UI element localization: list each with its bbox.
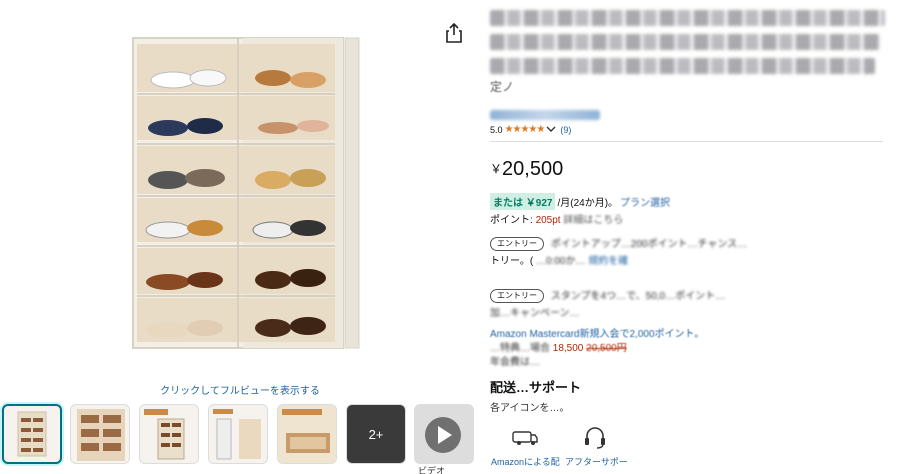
points-value: 205pt	[535, 215, 561, 226]
promo-2-line2: 加…キャンペーン…	[490, 308, 580, 319]
video-label: ビデオ	[418, 466, 446, 474]
chevron-down-icon[interactable]	[546, 125, 556, 135]
installment-badge: または ￥927	[490, 193, 556, 210]
entry-badge-1[interactable]: エントリー	[490, 237, 544, 252]
thumbnail-3[interactable]	[139, 404, 199, 464]
mastercard-offer: Amazon Mastercard新規入会で2,000ポイント。 …特典…場合 …	[490, 328, 890, 370]
promo-entry-2: エントリー スタンプを4つ…で、50,0…ポイント… 加…キャンペーン…	[490, 288, 890, 322]
mastercard-price-new: 18,500	[552, 343, 584, 354]
mastercard-line3: 年会費は…	[490, 357, 540, 368]
product-title-tail: 定ノ	[490, 80, 515, 94]
promo-1-terms-link[interactable]: 規約を確	[588, 256, 628, 267]
thumbnail-more-label: 2+	[368, 426, 384, 442]
thumbnail-1[interactable]	[2, 404, 62, 464]
rating-row[interactable]: 5.0 ★★★★★ (9)	[490, 124, 571, 135]
share-icon[interactable]	[444, 22, 464, 44]
delivery-heading: 配送…サポート	[490, 380, 582, 395]
points-label: ポイント:	[490, 215, 533, 226]
promo-1-line2-mid: …0:00か…	[536, 256, 586, 267]
fullview-link[interactable]: クリックしてフルビューを表示する	[120, 382, 360, 397]
rating-count[interactable]: (9)	[560, 125, 571, 135]
divider	[490, 141, 883, 142]
price-amount: 20,500	[502, 158, 564, 180]
thumbnail-2[interactable]	[70, 404, 130, 464]
video-thumbnail[interactable]	[414, 404, 474, 464]
product-title: 定ノ	[490, 10, 885, 95]
play-icon	[425, 417, 461, 453]
thumbnail-5[interactable]	[277, 404, 337, 464]
installment-link[interactable]: プラン選択	[620, 194, 670, 209]
thumbnail-4[interactable]	[208, 404, 268, 464]
rating-stars: ★★★★★	[504, 124, 546, 135]
support-headset-label[interactable]: アフターサポー	[565, 455, 628, 468]
rating-value: 5.0	[490, 124, 503, 135]
promo-1-line2-prefix: トリー。(	[490, 256, 534, 267]
promo-1-line1: ポイントアップ…200ポイント…チャンス…	[550, 239, 748, 250]
installment-row: または ￥927 /月(24か月)。 プラン選択	[490, 193, 670, 210]
thumbnail-more[interactable]: 2+	[346, 404, 406, 464]
mastercard-price-old: 20,500円	[586, 343, 627, 354]
price-currency: ￥	[490, 162, 503, 176]
points-detail[interactable]: 詳細はこちら	[563, 215, 623, 226]
support-headset-icon[interactable]	[580, 422, 610, 452]
points-row: ポイント: 205pt 詳細はこちら	[490, 211, 623, 226]
delivery-subtext: 各アイコンを…。	[490, 403, 570, 414]
mastercard-line2-prefix: …特典…場合	[490, 343, 550, 354]
delivery-van-icon[interactable]	[510, 422, 540, 452]
main-product-image[interactable]	[30, 12, 446, 377]
mastercard-link[interactable]: Amazon Mastercard新規入会で2,000ポイント。	[490, 328, 890, 342]
store-link[interactable]	[490, 110, 600, 120]
entry-badge-2[interactable]: エントリー	[490, 289, 544, 304]
promo-entry-1: エントリー ポイントアップ…200ポイント…チャンス… トリー。( …0:00か…	[490, 236, 890, 270]
shoe-cabinet-image	[132, 36, 360, 349]
promo-2-line1: スタンプを4つ…で、50,0…ポイント…	[550, 291, 726, 302]
installment-text: /月(24か月)。	[557, 198, 619, 209]
price: ￥20,500	[490, 158, 563, 181]
delivery-van-label[interactable]: Amazonによる配	[491, 455, 560, 468]
